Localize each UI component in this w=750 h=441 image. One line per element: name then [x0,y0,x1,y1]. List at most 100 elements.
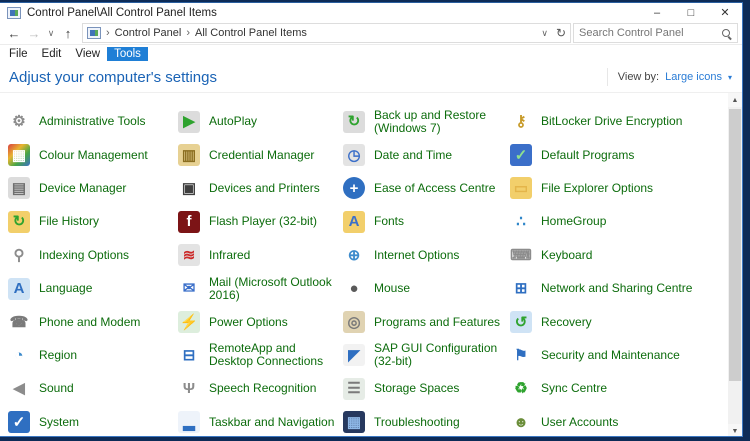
vertical-scrollbar[interactable]: ▲ ▼ [728,93,742,437]
forward-button[interactable]: → [24,26,44,41]
control-panel-item[interactable]: ⚑ Security and Maintenance [510,339,728,372]
control-panel-item[interactable]: ▦ Colour Management [8,138,178,171]
item-label: SAP GUI Configuration (32-bit) [374,342,510,368]
homegroup-icon: ∴ [510,211,532,233]
colour-management-icon: ▦ [8,144,30,166]
control-panel-item[interactable]: ↺ Recovery [510,305,728,338]
mail-microsoft-outlook-2016-icon: ✉ [178,278,200,300]
search-input[interactable] [579,27,721,39]
control-panel-item[interactable]: ● Mouse [343,272,510,305]
control-panel-item[interactable]: ⚙ Administrative Tools [8,105,178,138]
control-panel-item[interactable]: ⌨ Keyboard [510,239,728,272]
control-panel-item[interactable]: ♻ Sync Centre [510,372,728,405]
item-label: User Accounts [541,416,618,429]
control-panel-item[interactable]: ◎ Programs and Features [343,305,510,338]
control-panel-item[interactable]: ▥ Credential Manager [178,138,343,171]
window-title: Control Panel\All Control Panel Items [27,7,217,19]
control-panel-item[interactable]: ▶ AutoPlay [178,105,343,138]
item-label: Back up and Restore (Windows 7) [374,109,510,135]
control-panel-item[interactable]: ⊟ RemoteApp and Desktop Connections [178,339,343,372]
control-panel-item[interactable]: ⊞ Network and Sharing Centre [510,272,728,305]
menu-tools[interactable]: Tools [107,47,148,61]
view-by-caret-icon[interactable]: ▾ [728,73,732,82]
control-panel-item[interactable]: ✓ System [8,406,178,437]
view-by-control: View by: Large icons ▾ [607,68,732,86]
desktop-background: Control Panel\All Control Panel Items – … [0,0,750,441]
item-label: Ease of Access Centre [374,182,495,195]
control-panel-item[interactable]: ◷ Date and Time [343,138,510,171]
default-programs-icon: ✓ [510,144,532,166]
programs-and-features-icon: ◎ [343,311,365,333]
control-panel-item[interactable]: ✓ Default Programs [510,138,728,171]
control-panel-item[interactable]: ⊕ Internet Options [343,239,510,272]
sap-gui-configuration-32-bit-icon: ◤ [343,344,365,366]
title-bar[interactable]: Control Panel\All Control Panel Items – … [0,3,742,22]
control-panel-item[interactable]: ☎ Phone and Modem [8,305,178,338]
control-panel-item[interactable]: ▣ Devices and Printers [178,172,343,205]
breadcrumb-control-panel-icon [87,27,101,39]
devices-and-printers-icon: ▣ [178,177,200,199]
control-panel-item[interactable]: ◀ Sound [8,372,178,405]
menu-file[interactable]: File [2,47,35,61]
search-box[interactable] [573,23,738,43]
item-label: Indexing Options [39,249,129,262]
address-dropdown-icon[interactable]: ∨ [541,28,548,39]
item-label: Language [39,282,92,295]
menu-edit[interactable]: Edit [35,47,69,61]
control-panel-item[interactable]: ◔ Region [8,339,178,372]
maximize-button[interactable]: □ [674,3,708,22]
scroll-up-icon[interactable]: ▲ [728,93,742,107]
flash-player-32-bit-icon: f [178,211,200,233]
control-panel-item[interactable]: ▭ File Explorer Options [510,172,728,205]
control-panel-item[interactable]: ▂ Taskbar and Navigation [178,406,343,437]
control-panel-item[interactable]: ≋ Infrared [178,239,343,272]
address-bar[interactable]: › Control Panel › All Control Panel Item… [82,23,571,43]
control-panel-item[interactable]: Ψ Speech Recognition [178,372,343,405]
breadcrumb-all-control-panel-items[interactable]: All Control Panel Items [195,27,307,39]
keyboard-icon: ⌨ [510,244,532,266]
scrollbar-thumb[interactable] [729,109,741,381]
item-label: Date and Time [374,149,452,162]
history-dropdown-icon[interactable]: ∨ [44,28,58,39]
region-icon: ◔ [8,344,30,366]
page-title: Adjust your computer's settings [9,69,217,86]
item-label: Keyboard [541,249,592,262]
page-header: Adjust your computer's settings View by:… [0,62,742,92]
administrative-tools-icon: ⚙ [8,111,30,133]
control-panel-item[interactable]: ▦ Troubleshooting [343,406,510,437]
troubleshooting-icon: ▦ [343,411,365,433]
control-panel-item[interactable]: ☰ Storage Spaces [343,372,510,405]
ease-of-access-centre-icon: + [343,177,365,199]
control-panel-item[interactable]: A Language [8,272,178,305]
item-label: Flash Player (32-bit) [209,215,317,228]
bitlocker-drive-encryption-icon: ⚷ [510,111,532,133]
control-panel-item[interactable]: ⚡ Power Options [178,305,343,338]
control-panel-item[interactable]: ▤ Device Manager [8,172,178,205]
control-panel-item[interactable]: ✉ Mail (Microsoft Outlook 2016) [178,272,343,305]
view-by-value[interactable]: Large icons [665,71,722,83]
control-panel-item[interactable]: ∴ HomeGroup [510,205,728,238]
item-label: Mail (Microsoft Outlook 2016) [209,276,343,302]
control-panel-item[interactable]: ◤ SAP GUI Configuration (32-bit) [343,339,510,372]
up-button[interactable]: ↑ [58,26,78,41]
control-panel-item[interactable]: ↻ File History [8,205,178,238]
item-label: AutoPlay [209,115,257,128]
item-label: File History [39,215,99,228]
control-panel-item[interactable]: A Fonts [343,205,510,238]
refresh-icon[interactable]: ↻ [556,26,566,40]
control-panel-item[interactable]: + Ease of Access Centre [343,172,510,205]
control-panel-item[interactable]: f Flash Player (32-bit) [178,205,343,238]
control-panel-item[interactable]: ⚷ BitLocker Drive Encryption [510,105,728,138]
menu-view[interactable]: View [68,47,107,61]
scroll-down-icon[interactable]: ▼ [728,424,742,437]
minimize-button[interactable]: – [640,3,674,22]
close-button[interactable]: ✕ [708,3,742,22]
search-icon [721,28,732,39]
control-panel-item[interactable]: ⚲ Indexing Options [8,239,178,272]
item-label: HomeGroup [541,215,606,228]
user-accounts-icon: ☻ [510,411,532,433]
breadcrumb-control-panel[interactable]: Control Panel [115,27,182,39]
control-panel-item[interactable]: ☻ User Accounts [510,406,728,437]
back-button[interactable]: ← [4,26,24,41]
control-panel-item[interactable]: ↻ Back up and Restore (Windows 7) [343,105,510,138]
